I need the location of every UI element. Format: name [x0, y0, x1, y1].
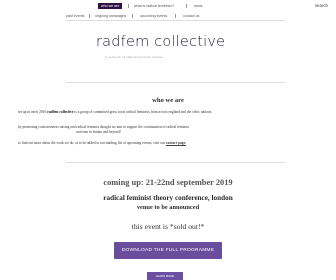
nav-divider	[89, 14, 90, 18]
section-divider-line	[66, 162, 285, 163]
collective-name: radfem collective	[47, 110, 74, 114]
nav-divider	[175, 14, 176, 18]
about-text: set up in early 2016	[18, 110, 48, 114]
about-paragraph-3: to find out more about the work we do, o…	[18, 141, 318, 146]
nav-divider-line	[66, 20, 285, 21]
nav-divider	[132, 14, 133, 18]
section-title-who-we-are: who we are	[152, 97, 184, 104]
site-tagline: A network of radical feminist women	[105, 55, 164, 59]
nav-item-what-is-radical-feminism[interactable]: what is radical feminism?	[134, 3, 174, 9]
primary-nav: who we are what is radical feminism? new…	[0, 3, 336, 9]
about-paragraph-1: set up in early 2016 radfem collective i…	[18, 110, 318, 115]
event-title: radical feminist theory conference, lond…	[103, 194, 233, 202]
site-title[interactable]: radfem collective	[96, 34, 225, 50]
secondary-nav: past events ongoing campaigns upcoming e…	[0, 13, 336, 19]
coming-up-heading: coming up: 21-22nd september 2019	[103, 178, 233, 187]
about-text: is a group of committed grass roots radi…	[73, 110, 213, 114]
nav-item-news[interactable]: news	[194, 3, 202, 9]
about-text: to find out more about the work we do, o…	[18, 141, 166, 145]
nav-item-upcoming-events[interactable]: upcoming events	[140, 13, 167, 19]
search-link[interactable]: search	[315, 3, 328, 8]
download-programme-button[interactable]: DOWNLOAD THE FULL PROGRAMME	[114, 242, 222, 259]
learn-more-button[interactable]: LEARN MORE	[147, 272, 183, 280]
about-paragraph-2: by promoting consciousness raising and r…	[18, 125, 318, 136]
nav-item-past-events[interactable]: past events	[66, 13, 84, 19]
contact-page-link[interactable]: contact page.	[166, 141, 186, 145]
nav-divider	[186, 4, 187, 8]
about-text: activism in britain and beyond!	[76, 130, 121, 135]
nav-divider	[128, 4, 129, 8]
nav-item-contact-us[interactable]: contact us	[183, 13, 199, 19]
nav-item-who-we-are[interactable]: who we are	[98, 3, 123, 9]
event-venue: venue to be announced	[136, 204, 200, 211]
header-divider-line	[66, 82, 285, 83]
nav-item-ongoing-campaigns[interactable]: ongoing campaigns	[95, 13, 126, 19]
sold-out-notice: this event is *sold out!*	[131, 222, 205, 231]
